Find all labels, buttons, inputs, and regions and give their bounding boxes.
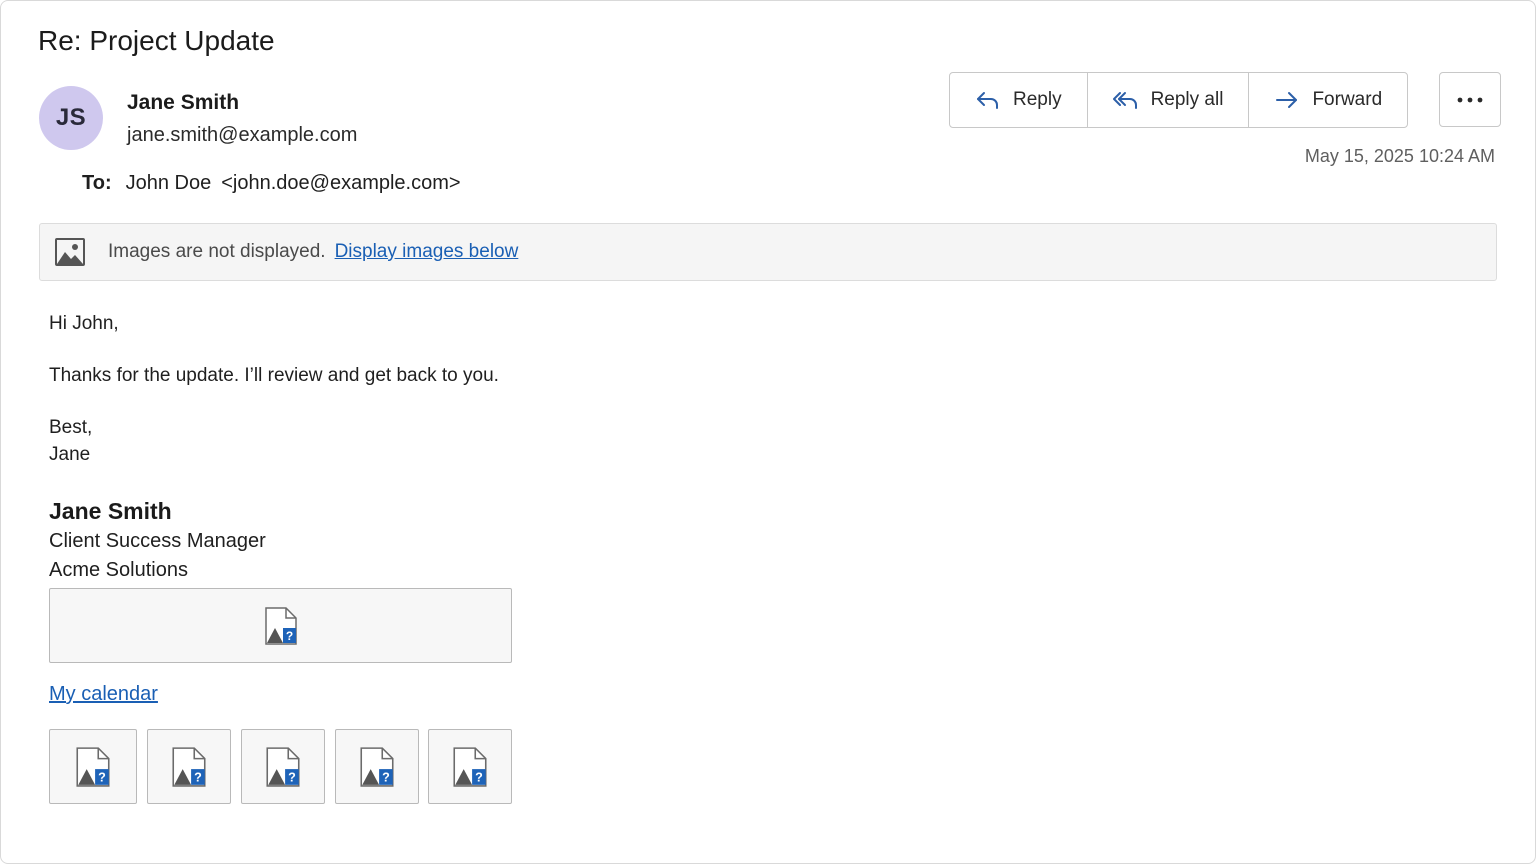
message-actions: Reply Reply all Forward [949,72,1409,128]
sender-email[interactable]: jane.smith@example.com [127,124,357,147]
email-closing: Best, [49,417,93,438]
broken-image-icon: ? [264,606,297,645]
display-images-link[interactable]: Display images below [335,241,519,263]
svg-text:?: ? [475,770,483,784]
reply-icon [977,92,998,109]
sender-avatar[interactable]: JS [39,86,103,150]
email-timestamp: May 15, 2025 10:24 AM [1304,146,1495,166]
broken-image-thumb[interactable]: ? [241,729,325,804]
more-options-button[interactable] [1439,72,1501,127]
signature-banner-image: ? [49,588,512,663]
broken-image-icon: ? [76,746,110,787]
broken-image-thumb[interactable]: ? [147,729,231,804]
broken-image-icon: ? [266,746,300,787]
images-blocked-banner: Images are not displayed. Display images… [39,223,1497,281]
svg-text:?: ? [288,770,296,784]
image-icon [55,238,85,266]
broken-image-thumb[interactable]: ? [335,729,419,804]
email-subject: Re: Project Update [38,25,275,56]
email-greeting: Hi John, [49,313,119,334]
forward-label: Forward [1312,89,1383,110]
more-dots-icon [1457,97,1483,102]
broken-image-icon: ? [172,746,206,787]
recipient-address[interactable]: <john.doe@example.com> [221,172,460,194]
reply-button[interactable]: Reply [950,73,1088,127]
email-closing-name: Jane [49,444,91,465]
svg-text:?: ? [98,770,106,784]
recipient-row: To: John Doe <john.doe@example.com> [82,172,461,195]
broken-image-icon: ? [453,746,487,787]
reply-all-button[interactable]: Reply all [1088,73,1250,127]
broken-image-thumb[interactable]: ? [49,729,137,804]
recipient-name[interactable]: John Doe [126,172,212,194]
email-frame: Re: Project Update JS Jane Smith jane.sm… [0,0,1536,864]
reply-all-label: Reply all [1150,89,1224,110]
my-calendar-link[interactable]: My calendar [49,683,158,706]
signature-title: Client Success Manager [49,530,266,552]
email-paragraph: Thanks for the update. I’ll review and g… [49,365,499,386]
signature-company: Acme Solutions [49,559,188,581]
svg-text:?: ? [285,629,292,643]
images-blocked-message: Images are not displayed. [108,241,326,262]
forward-arrow-icon [1276,92,1298,108]
svg-text:?: ? [382,770,390,784]
forward-button[interactable]: Forward [1249,73,1407,127]
reply-all-icon [1112,92,1137,109]
reply-label: Reply [1013,89,1062,110]
broken-image-icon: ? [360,746,394,787]
svg-text:?: ? [194,770,202,784]
broken-image-thumb[interactable]: ? [428,729,512,804]
signature-name: Jane Smith [49,498,172,524]
avatar-initials: JS [55,104,87,131]
to-label: To: [82,172,112,194]
sender-name[interactable]: Jane Smith [127,91,239,115]
